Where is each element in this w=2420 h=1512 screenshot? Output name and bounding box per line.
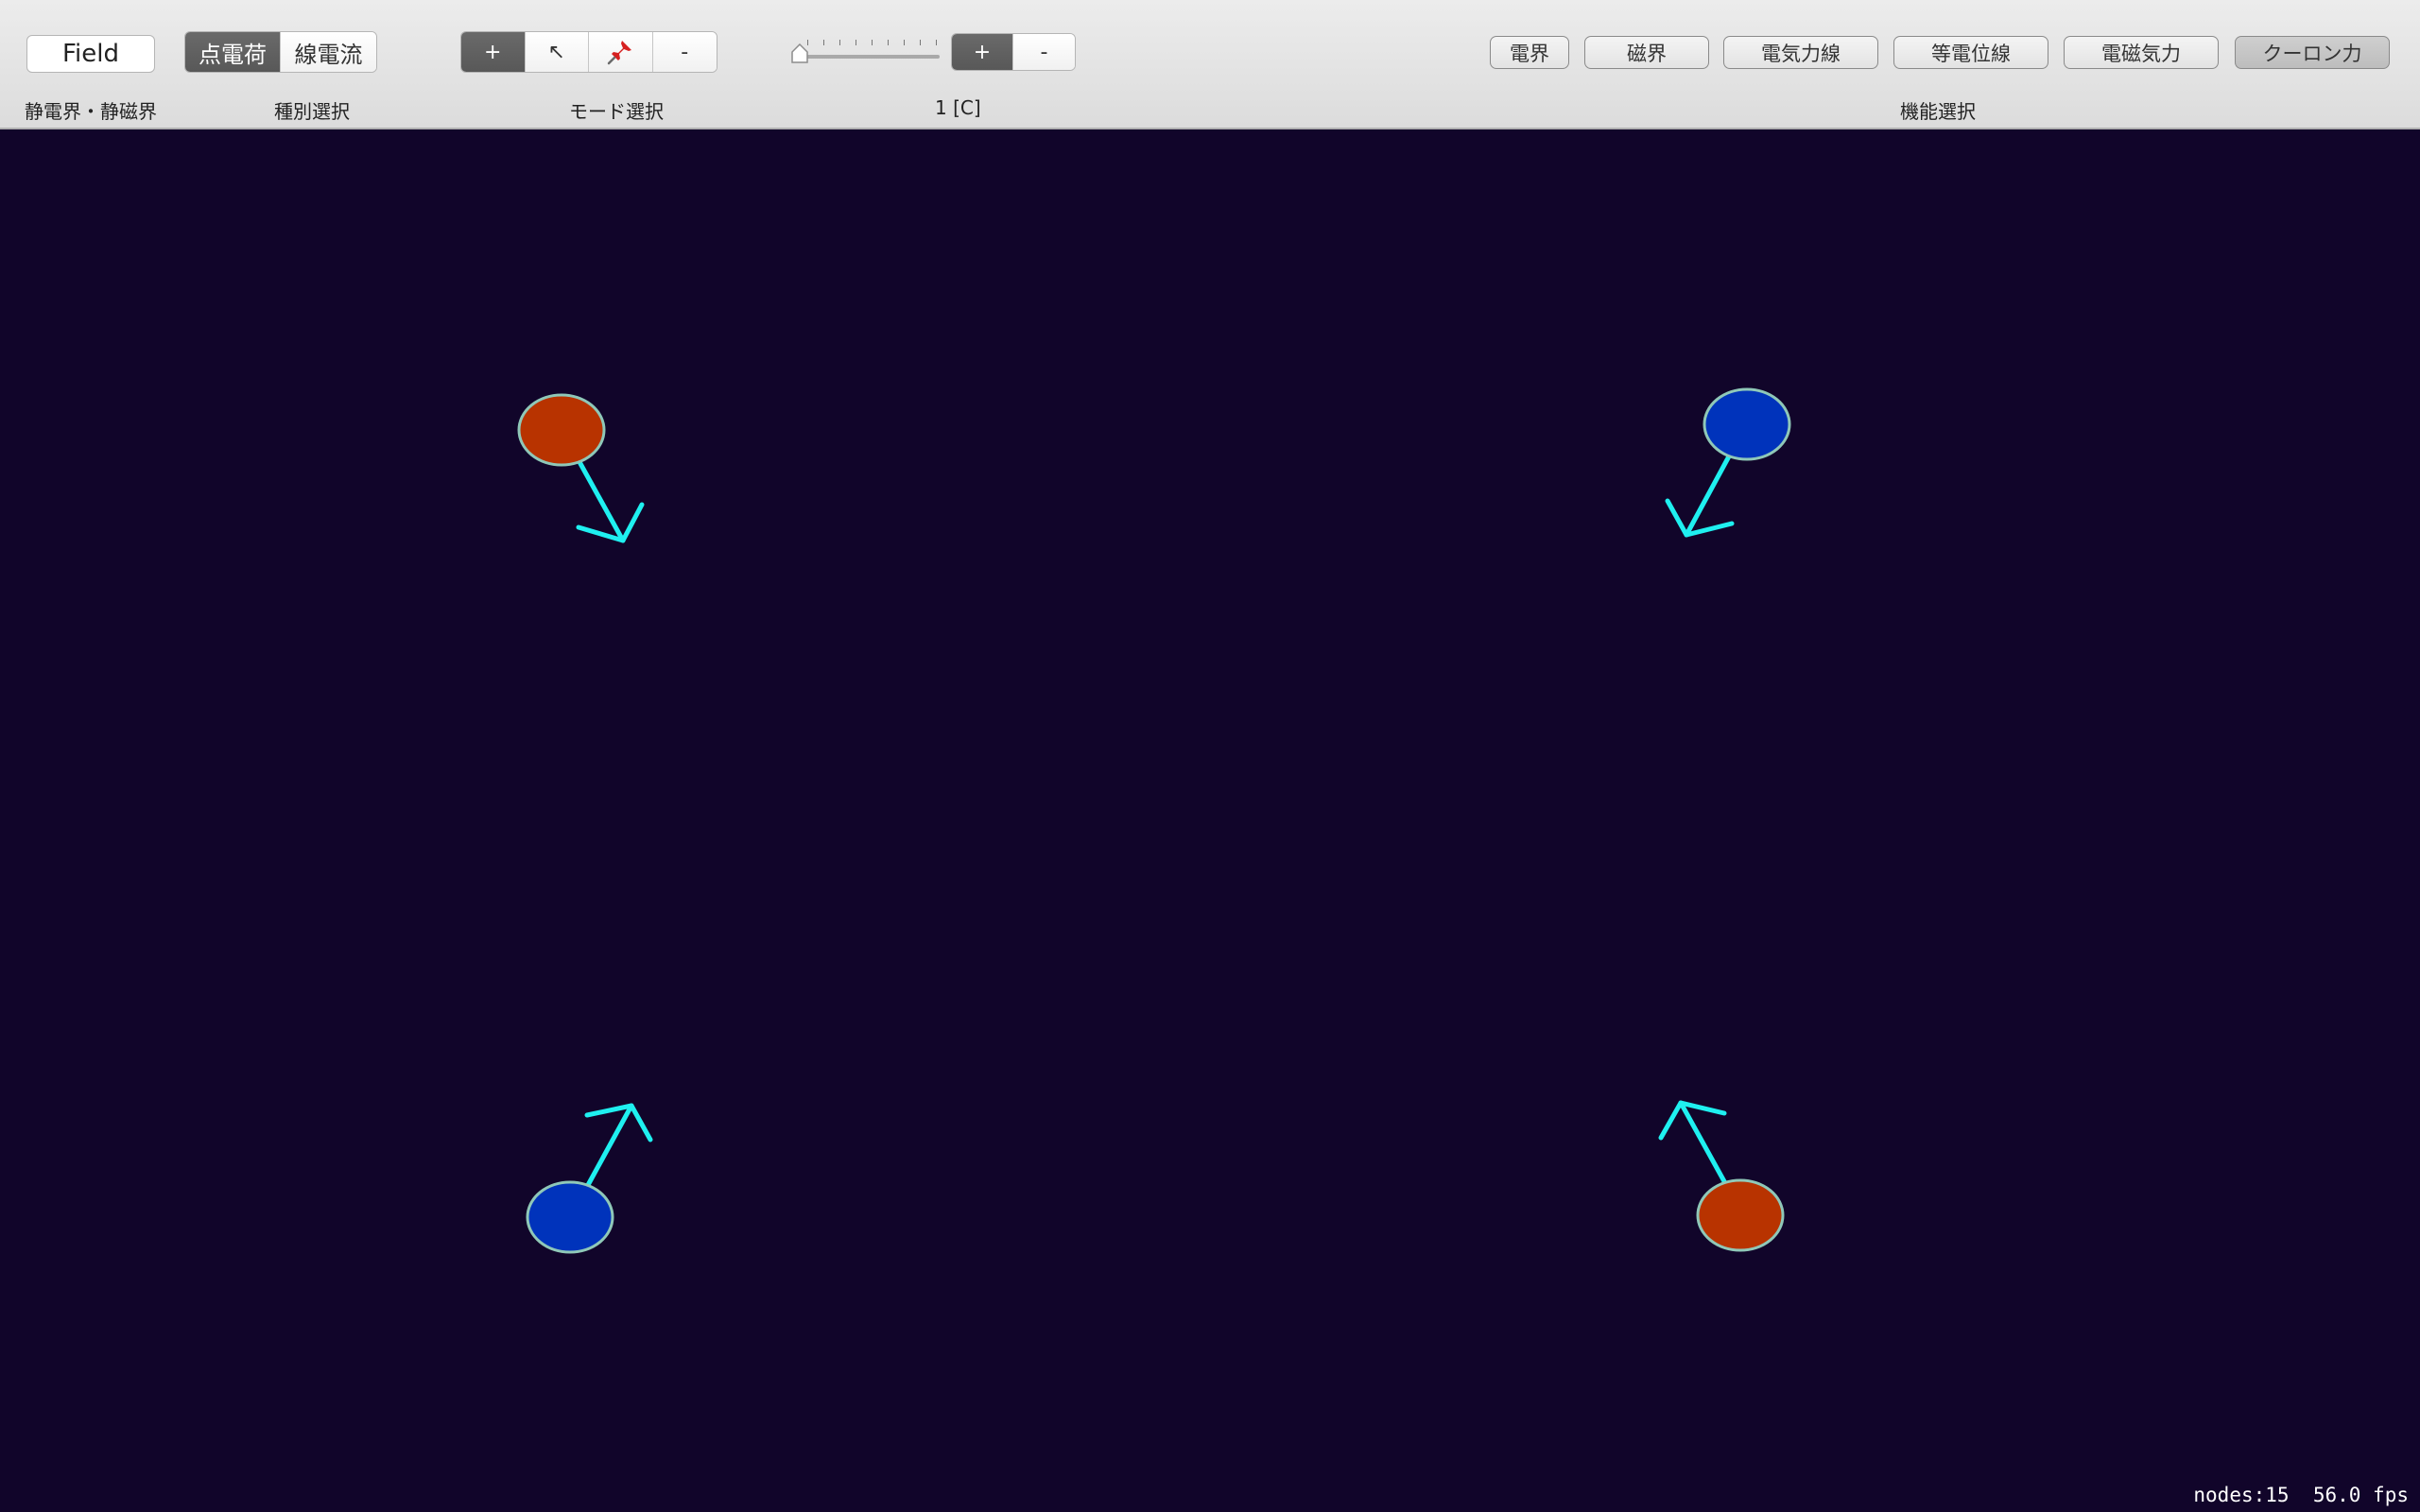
force-vector-arrow [1658, 1100, 1728, 1186]
electric-field-lines-button[interactable]: 電気力線 [1723, 36, 1878, 69]
force-vector-arrow [1665, 452, 1735, 538]
simulation-canvas[interactable] [0, 129, 2420, 1512]
minus-icon: - [681, 40, 689, 64]
slider-track [792, 55, 940, 59]
pointer-arrow-icon: ↖ [547, 40, 565, 64]
mode-segmented-control: + ↖ - [460, 31, 717, 73]
slider-knob[interactable] [790, 43, 809, 64]
field-button[interactable]: Field [26, 35, 155, 73]
type-segmented-control: 点電荷 線電流 [184, 31, 377, 73]
negative-charge[interactable] [1703, 387, 1791, 461]
sign-minus-button[interactable]: - [1013, 34, 1075, 70]
segment-point-charge[interactable]: 点電荷 [185, 32, 281, 72]
coulomb-force-button[interactable]: クーロン力 [2235, 36, 2390, 69]
function-group-label: 機能選択 [1900, 100, 1976, 123]
charge-slider[interactable] [790, 36, 940, 68]
negative-charge[interactable] [526, 1180, 614, 1254]
node-count: nodes:15 [2193, 1484, 2290, 1506]
mode-add-button[interactable]: + [461, 32, 526, 72]
sign-segmented-control: + - [951, 33, 1076, 71]
mode-remove-button[interactable]: - [652, 32, 717, 72]
charge-value-label: 1 [C] [935, 96, 981, 119]
electromagnetic-force-button[interactable]: 電磁気力 [2064, 36, 2219, 69]
plus-icon: + [484, 40, 502, 64]
mode-select-button[interactable]: ↖ [525, 32, 589, 72]
field-group-label: 静電界・静磁界 [25, 100, 157, 123]
mode-group-label: モード選択 [569, 100, 664, 123]
pushpin-icon [608, 41, 632, 65]
magnetic-field-button[interactable]: 磁界 [1584, 36, 1709, 69]
segment-line-current[interactable]: 線電流 [281, 32, 376, 72]
fps-counter: 56.0 fps [2312, 1484, 2409, 1506]
electric-field-button[interactable]: 電界 [1490, 36, 1569, 69]
equipotential-lines-button[interactable]: 等電位線 [1893, 36, 2048, 69]
positive-charge[interactable] [1696, 1178, 1785, 1252]
type-group-label: 種別選択 [274, 100, 350, 123]
toolbar: Field 点電荷 線電流 + ↖ - + - 電界 磁界 電気力線 等電位線 … [0, 0, 2420, 129]
sign-plus-button[interactable]: + [952, 34, 1013, 70]
force-vector-arrow [576, 457, 645, 543]
force-vector-arrow [584, 1103, 653, 1188]
status-readout: nodes:15 56.0 fps [2193, 1484, 2409, 1506]
positive-charge[interactable] [517, 393, 606, 467]
mode-pin-button[interactable] [589, 32, 653, 72]
